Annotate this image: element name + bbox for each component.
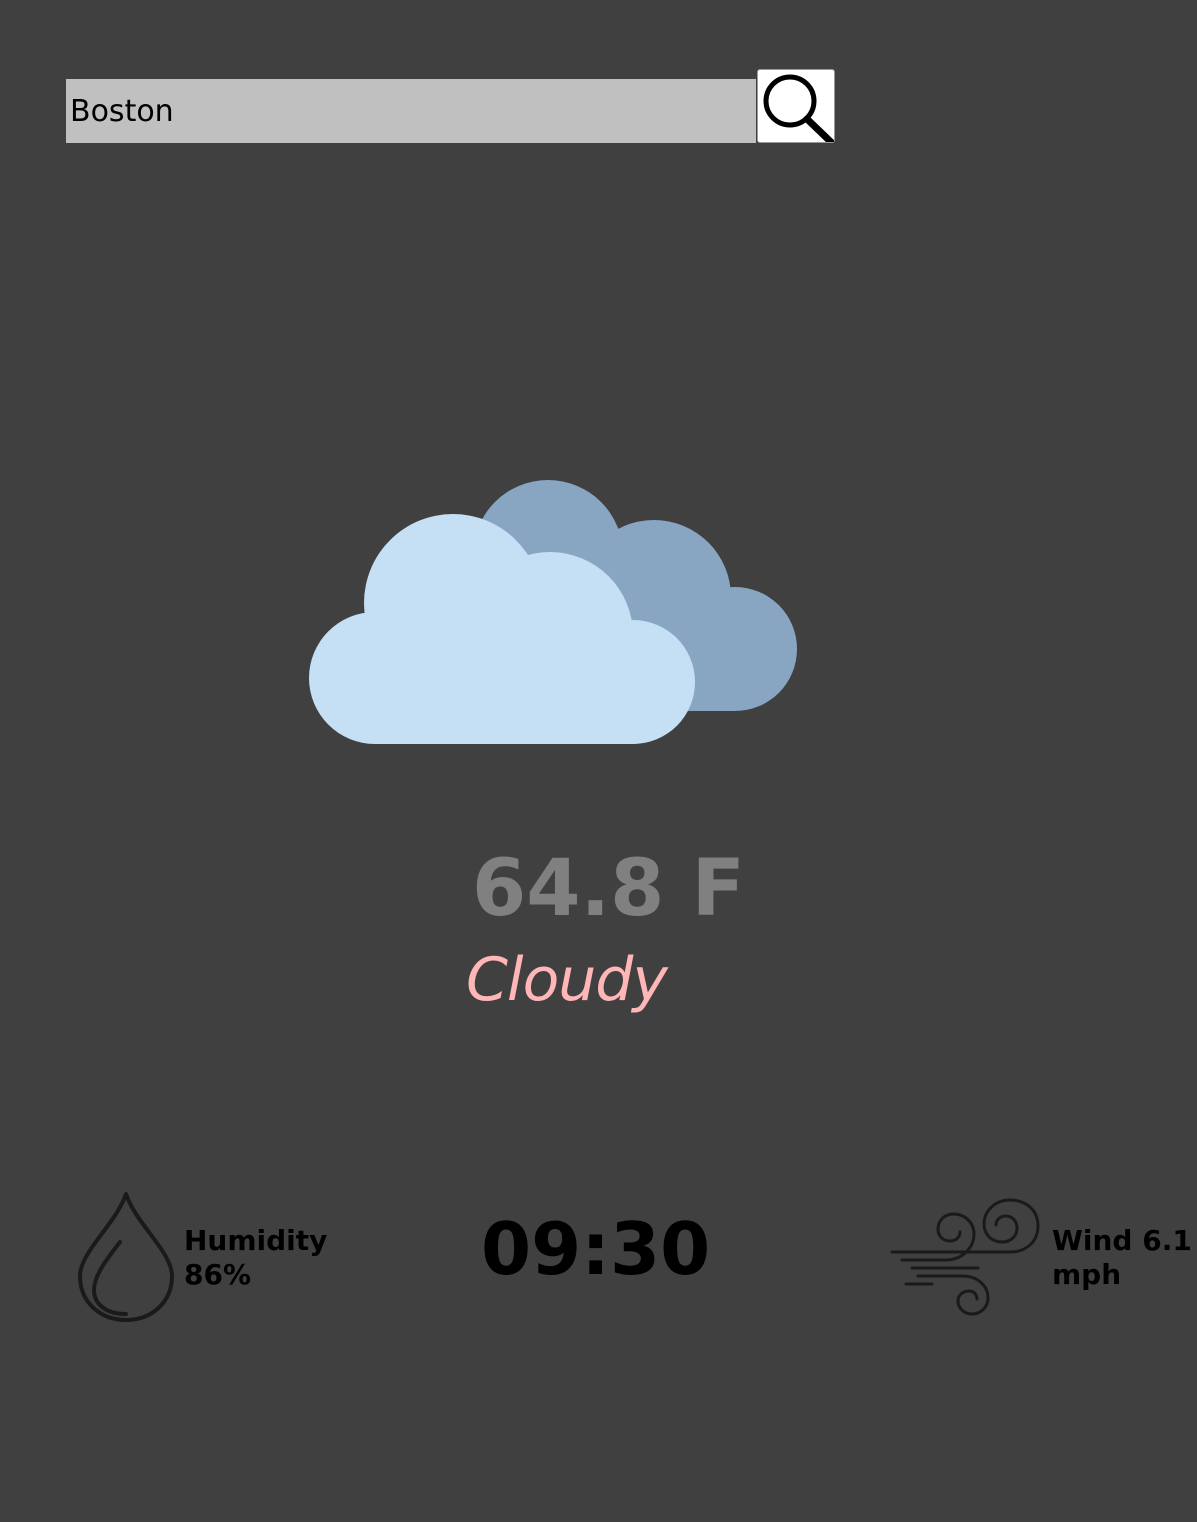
water-drop-icon [78,1192,174,1322]
wind-label: Wind 6.1 [1052,1224,1192,1257]
wind-readout: Wind 6.1 mph [1052,1224,1192,1292]
temperature-value: 64.8 F [472,844,745,934]
search-button[interactable] [757,69,835,143]
humidity-label: Humidity [184,1224,328,1257]
search-icon [763,74,834,142]
cloudy-icon [309,480,797,744]
humidity-value: 86% [184,1258,252,1291]
humidity-readout: Humidity 86% [184,1224,327,1292]
city-search-input[interactable] [66,79,756,143]
wind-unit: mph [1052,1258,1122,1291]
clock-time: 09:30 [481,1207,711,1291]
wind-icon [890,1198,1040,1316]
weather-condition: Cloudy [466,945,668,1015]
